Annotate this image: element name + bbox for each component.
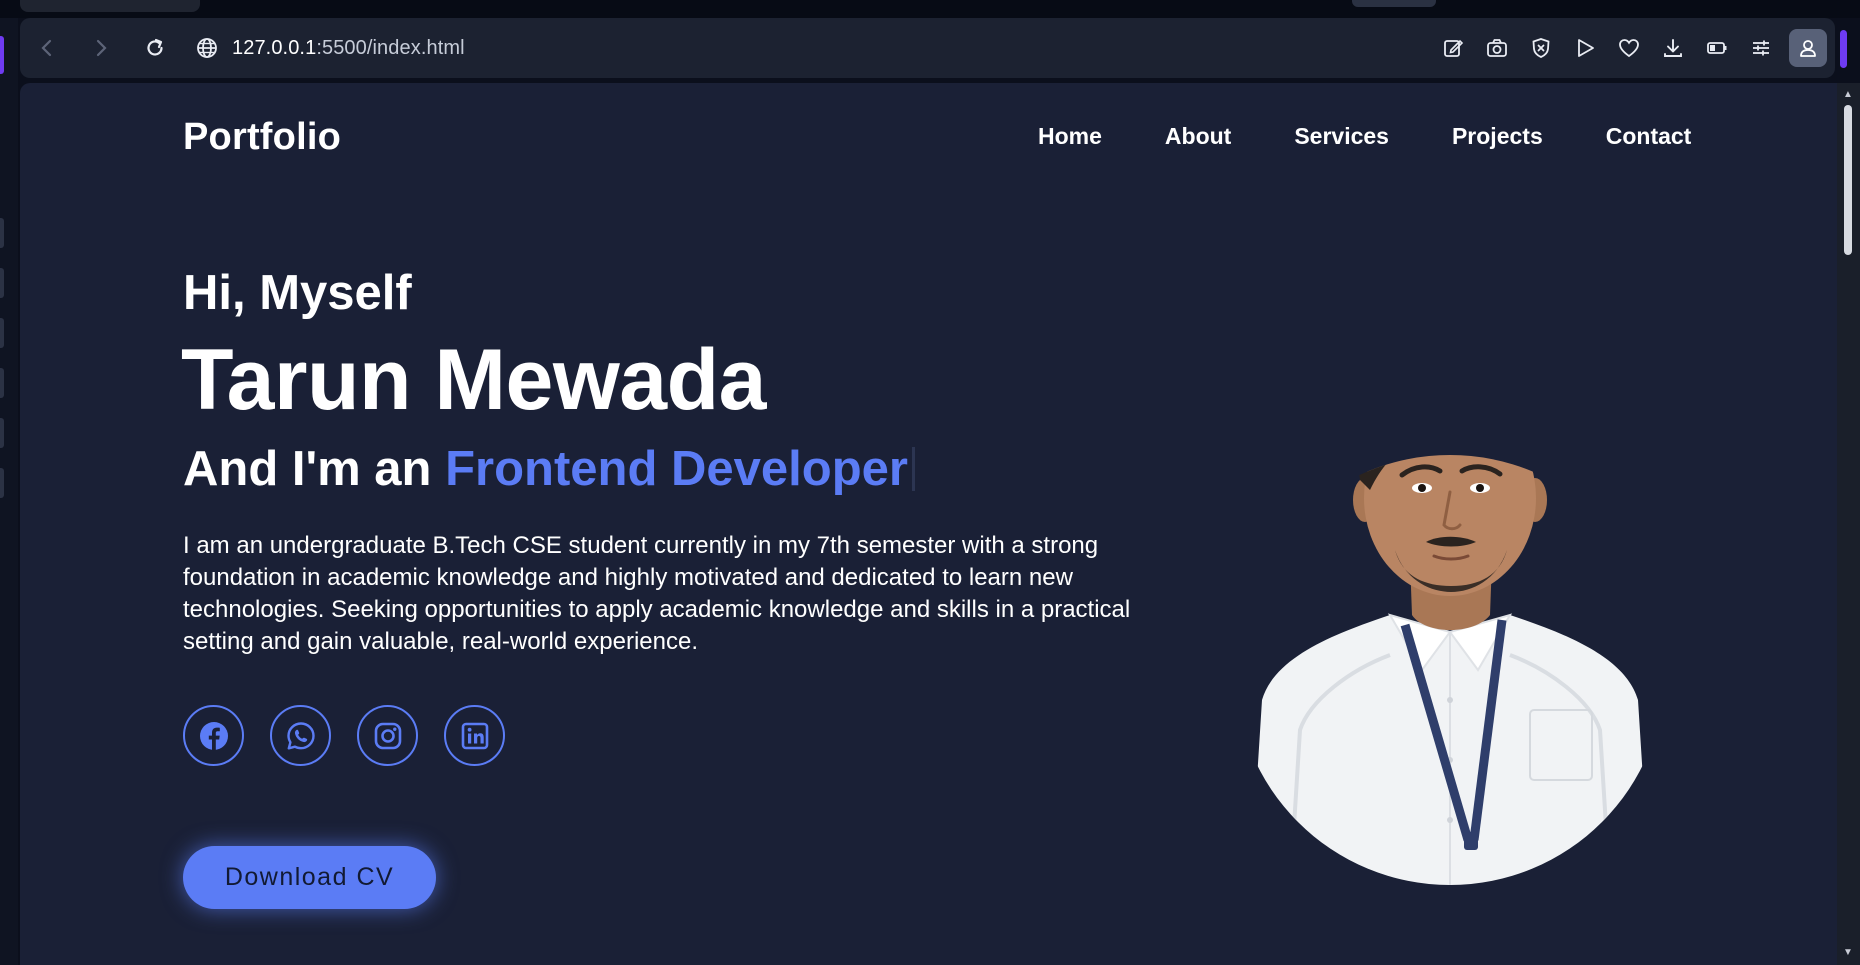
- sidebar-item[interactable]: [0, 218, 4, 248]
- browser-sidebar: [0, 18, 18, 965]
- url-text: 127.0.0.1:5500/index.html: [232, 37, 465, 60]
- page-viewport: Portfolio Home About Services Projects C…: [20, 83, 1837, 965]
- hero-description: I am an undergraduate B.Tech CSE student…: [183, 532, 1131, 655]
- battery-saver-button[interactable]: [1695, 26, 1739, 70]
- download-icon: [1664, 39, 1682, 57]
- edit-button[interactable]: [1431, 26, 1475, 70]
- edit-icon: [1444, 39, 1464, 57]
- nav-contact[interactable]: Contact: [1606, 123, 1692, 150]
- linkedin-link[interactable]: [444, 705, 505, 766]
- url-host: 127.0.0.1: [232, 36, 317, 59]
- battery-icon: [1707, 42, 1727, 54]
- typing-cursor: [911, 447, 915, 491]
- snapshot-button[interactable]: [1475, 26, 1519, 70]
- easy-setup-button[interactable]: [1739, 26, 1783, 70]
- social-links: [183, 705, 531, 766]
- linkedin-icon: [461, 722, 488, 749]
- facebook-icon: [199, 721, 228, 750]
- heart-icon: [1619, 39, 1639, 58]
- browser-tab-indicator: [1352, 0, 1436, 7]
- sidebar-toggle[interactable]: [1840, 30, 1847, 68]
- nav-projects[interactable]: Projects: [1452, 123, 1543, 150]
- downloads-button[interactable]: [1651, 26, 1695, 70]
- favorites-button[interactable]: [1607, 26, 1651, 70]
- address-bar[interactable]: 127.0.0.1:5500/index.html: [196, 28, 465, 68]
- profile-button[interactable]: [1789, 29, 1827, 67]
- url-path: :5500/index.html: [316, 36, 465, 59]
- scroll-down-arrow-icon[interactable]: ▼: [1843, 948, 1853, 958]
- reload-button[interactable]: [132, 25, 178, 71]
- hero-role: And I'm an Frontend Developer: [183, 441, 915, 497]
- forward-button[interactable]: [78, 25, 124, 71]
- camera-icon: [1487, 39, 1507, 57]
- browser-tab[interactable]: [20, 0, 200, 12]
- facebook-link[interactable]: [183, 705, 244, 766]
- sliders-icon: [1753, 40, 1769, 56]
- reload-icon: [147, 38, 163, 56]
- sidebar-item[interactable]: [0, 318, 4, 348]
- back-arrow-icon: [41, 39, 52, 57]
- hero-greeting: Hi, Myself: [183, 266, 412, 320]
- instagram-link[interactable]: [357, 705, 418, 766]
- adblock-button[interactable]: [1519, 26, 1563, 70]
- download-cv-button[interactable]: Download CV: [183, 846, 436, 909]
- whatsapp-icon: [286, 721, 315, 749]
- sidebar-item[interactable]: [0, 268, 4, 298]
- forward-arrow-icon: [96, 39, 107, 57]
- globe-icon: [197, 38, 217, 58]
- sidebar-accent: [0, 36, 4, 74]
- nav-about[interactable]: About: [1165, 123, 1231, 150]
- play-icon: [1578, 39, 1594, 57]
- nav-home[interactable]: Home: [1038, 123, 1102, 150]
- profile-icon: [1800, 40, 1816, 57]
- back-button[interactable]: [24, 25, 70, 71]
- browser-toolbar: 127.0.0.1:5500/index.html: [20, 18, 1835, 78]
- sidebar-item[interactable]: [0, 468, 4, 498]
- tab-strip: [0, 0, 1860, 18]
- sidebar-item[interactable]: [0, 368, 4, 398]
- scroll-up-arrow-icon[interactable]: ▲: [1843, 90, 1853, 100]
- role-prefix: And I'm an: [183, 442, 432, 496]
- player-button[interactable]: [1563, 26, 1607, 70]
- profile-photo: [1250, 455, 1650, 885]
- nav-services[interactable]: Services: [1294, 123, 1389, 150]
- site-logo[interactable]: Portfolio: [183, 116, 341, 159]
- role-highlight: Frontend Developer: [445, 442, 908, 496]
- instagram-icon: [374, 722, 401, 749]
- toolbar-actions: [1431, 26, 1827, 70]
- sidebar-item[interactable]: [0, 418, 4, 448]
- whatsapp-link[interactable]: [270, 705, 331, 766]
- shield-x-icon: [1532, 38, 1550, 58]
- scrollbar-thumb[interactable]: [1844, 105, 1852, 255]
- hero-name: Tarun Mewada: [181, 332, 766, 428]
- site-nav: Home About Services Projects Contact: [1038, 123, 1691, 150]
